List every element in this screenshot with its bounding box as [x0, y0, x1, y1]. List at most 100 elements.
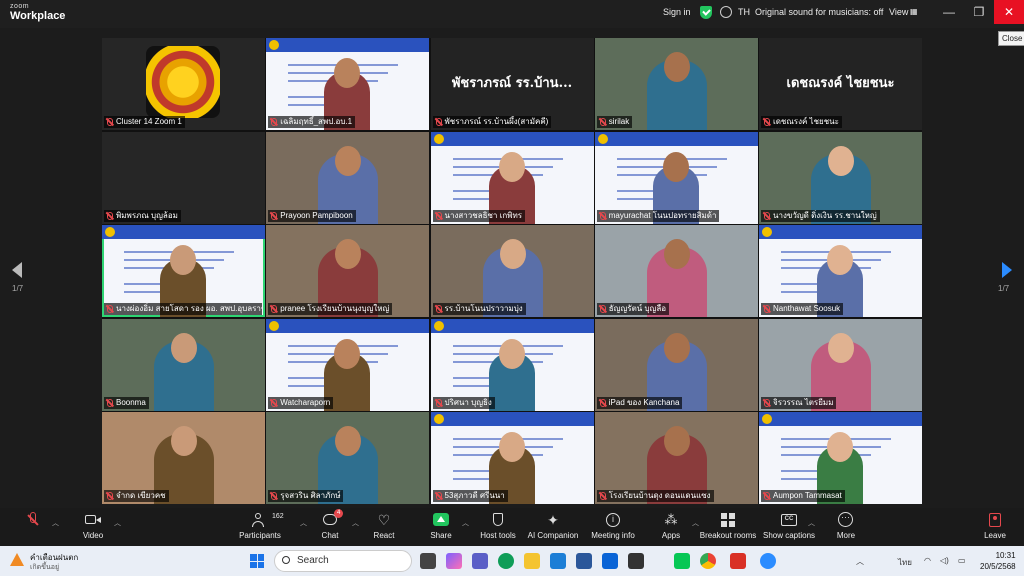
zoom-taskbar-icon[interactable]	[760, 553, 776, 569]
video-tile[interactable]: pranee โรงเรียนบ้านนุงบุญใหญ่	[266, 225, 430, 317]
muted-mic-icon	[271, 305, 278, 313]
participant-name-label: รร.บ้านโนนปราวามบุ่ง	[432, 303, 526, 315]
participant-name-label: 53สุภาวดี ศรีนนา	[432, 490, 508, 502]
breakout-rooms-label: Breakout rooms	[699, 531, 757, 540]
original-sound-toggle[interactable]: Original sound for musicians: off	[755, 7, 883, 17]
video-tile[interactable]: iPad ของ Kanchana	[594, 318, 758, 411]
pdf-reader-icon[interactable]	[730, 553, 746, 569]
word-icon[interactable]	[576, 553, 592, 569]
page-indicator-left: 1/7	[12, 284, 24, 293]
chrome-icon[interactable]	[700, 553, 716, 569]
video-tile[interactable]: sirilak	[594, 38, 758, 130]
input-language[interactable]: ไทย	[898, 556, 912, 569]
participant-name: Nanthawat Soosuk	[773, 304, 841, 313]
video-tile[interactable]: จิรวรรณ ไตรยีมม	[759, 318, 922, 411]
video-tile[interactable]: Watcharaporn	[266, 318, 430, 411]
camera-app-icon[interactable]	[628, 553, 644, 569]
copilot-icon[interactable]	[446, 553, 462, 569]
video-tile[interactable]: เดชณรงค์ ไชยชนะ เดชณรงค์ ไชยชนะ	[759, 38, 922, 130]
video-tile[interactable]: Prayoon Pampiboon	[266, 131, 430, 224]
close-button[interactable]: ✕	[994, 0, 1024, 24]
video-tile[interactable]: นางขวัญดี ดิ่งเงิน รร.ชานใหญ่	[759, 131, 922, 224]
leave-button[interactable]: Leave	[980, 512, 1010, 540]
participant-name-label: นางผ่องอิ่ม สายโสดา รอง ผอ. สพป.อุบลราชธ…	[104, 303, 262, 315]
view-button[interactable]: View	[889, 7, 908, 17]
participant-name-label: sirilak	[596, 116, 633, 128]
participant-face	[498, 151, 525, 182]
outlook-icon[interactable]	[602, 553, 618, 569]
tray-overflow-chevron-icon[interactable]: ︿	[856, 556, 864, 567]
globe-icon[interactable]	[720, 6, 732, 18]
video-tile[interactable]: mayurachat โนนปอทรายสิมด้า	[594, 131, 758, 224]
video-tile[interactable]: เฉลิมฤทธิ์_สพป.อบ.1	[266, 38, 430, 130]
file-explorer-icon[interactable]	[524, 553, 540, 569]
video-tile[interactable]: ธัญญรัตน์ บุญลือ	[594, 225, 758, 317]
video-tile[interactable]: Nanthawat Soosuk	[759, 225, 922, 317]
participant-face	[334, 338, 361, 369]
task-view-icon[interactable]	[420, 553, 436, 569]
participant-name: pranee โรงเรียนบ้านนุงบุญใหญ่	[280, 304, 390, 313]
video-tile[interactable]: ปริศนา บุญธิง	[430, 318, 594, 411]
video-tile[interactable]: 53สุภาวดี ศรีนนา	[430, 412, 594, 504]
participant-name-label: นางขวัญดี ดิ่งเงิน รร.ชานใหญ่	[761, 209, 880, 222]
video-tile[interactable]: นางสาวชลธิชา เกพิทร	[430, 131, 594, 224]
volume-icon[interactable]: ◁)	[940, 556, 949, 565]
slide-seal-icon	[269, 320, 280, 331]
participant-name-label: iPad ของ Kanchana	[596, 396, 683, 409]
slide-header	[759, 225, 922, 239]
participant-name-label: Boonma	[104, 396, 149, 409]
video-tile[interactable]: พิมพรภณ บุญล้อม	[102, 131, 265, 224]
slide-header	[430, 131, 594, 146]
language-indicator[interactable]: TH	[738, 7, 750, 17]
participant-name: โรงเรียนบ้านดุง ดอนแดนแซง	[608, 491, 711, 500]
video-tile[interactable]: รุจสวริน ศิลาภักษ์	[266, 412, 430, 504]
apps-label: Apps	[661, 531, 681, 540]
apps-icon: ⁂	[664, 512, 678, 527]
video-tile[interactable]: Aumpon Tammasat	[759, 412, 922, 504]
breakout-rooms-button[interactable]: Breakout rooms	[693, 512, 763, 540]
video-tile[interactable]: โรงเรียนบ้านดุง ดอนแดนแซง	[594, 412, 758, 504]
edge-browser-icon[interactable]	[498, 553, 514, 569]
muted-mic-icon	[107, 118, 113, 126]
meeting-info-label: Meeting info	[591, 531, 635, 540]
battery-icon[interactable]: ▭	[958, 556, 966, 565]
taskbar-search-box[interactable]: Search	[274, 550, 412, 572]
participant-face	[663, 426, 690, 456]
video-tile[interactable]: Cluster 14 Zoom 1	[102, 38, 265, 130]
maximize-button[interactable]: ❐	[964, 0, 994, 24]
participant-name: รร.บ้านโนนปราวามบุ่ง	[444, 304, 523, 313]
muted-mic-icon	[107, 305, 113, 313]
video-tile[interactable]: นางผ่องอิ่ม สายโสดา รอง ผอ. สพป.อุบลราชธ…	[102, 225, 265, 317]
video-options-caret-icon[interactable]: ︿	[114, 518, 121, 528]
video-tile[interactable]: จำกด เขียวคช	[102, 412, 265, 504]
slide-header	[430, 318, 594, 333]
wifi-icon[interactable]: ◠	[924, 556, 931, 565]
teams-icon[interactable]	[472, 553, 488, 569]
view-grid-icon[interactable]: ▦	[910, 7, 918, 16]
brand-line-1: zoom	[10, 3, 30, 10]
video-tile[interactable]: Boonma	[102, 318, 265, 411]
encryption-shield-icon[interactable]	[700, 6, 712, 19]
heart-icon: ♡	[377, 512, 391, 528]
muted-mic-icon	[107, 211, 113, 220]
minimize-button[interactable]: —	[934, 0, 964, 24]
next-page-arrow-icon[interactable]	[1002, 262, 1012, 278]
participant-name: 53สุภาวดี ศรีนนา	[444, 491, 505, 500]
slide-seal-icon	[762, 414, 772, 424]
muted-mic-icon	[764, 398, 770, 407]
more-label: More	[836, 531, 856, 540]
start-button-windows-icon[interactable]	[250, 554, 264, 568]
video-tile[interactable]: พัชราภรณ์ รร.บ้าน... พัชราภรณ์ รร.บ้านผึ้…	[430, 38, 594, 130]
participants-button[interactable]: 162 Participants	[225, 512, 295, 540]
microsoft-store-icon[interactable]	[550, 553, 566, 569]
more-button[interactable]: ··· More	[811, 512, 881, 540]
muted-mic-icon	[435, 118, 442, 126]
line-app-icon[interactable]	[674, 553, 690, 569]
muted-mic-icon	[107, 398, 113, 407]
participant-name-label: เฉลิมฤทธิ์_สพป.อบ.1	[268, 116, 356, 128]
participant-name-label: ธัญญรัตน์ บุญลือ	[596, 303, 670, 315]
video-tile[interactable]: รร.บ้านโนนปราวามบุ่ง	[430, 225, 594, 317]
sign-in-link[interactable]: Sign in	[663, 7, 691, 17]
previous-page-arrow-icon[interactable]	[12, 262, 22, 278]
system-clock[interactable]: 10:31 20/5/2568	[980, 550, 1016, 572]
